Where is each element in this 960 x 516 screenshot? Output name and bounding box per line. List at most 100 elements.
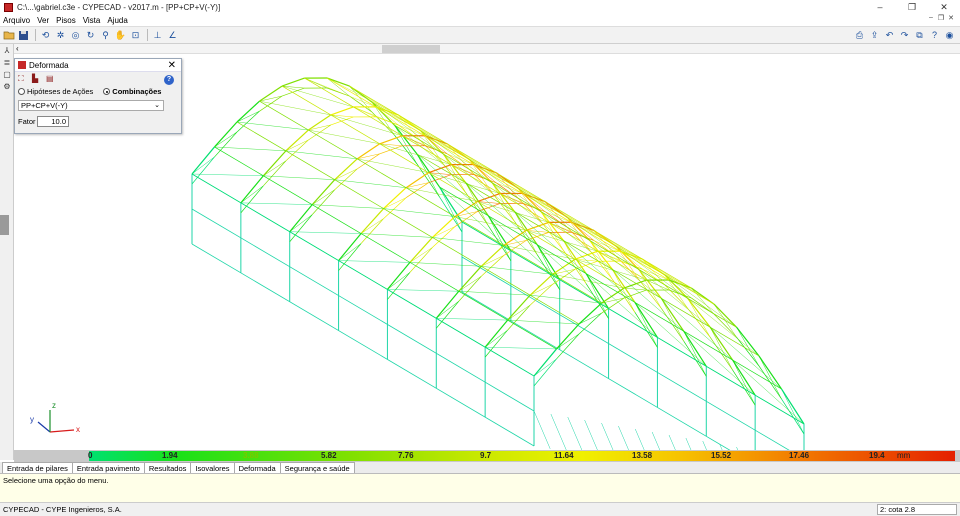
- redo-icon[interactable]: ↷: [898, 29, 911, 42]
- arch-diagonal: [781, 388, 805, 435]
- arch-diagonal: [589, 240, 613, 280]
- bracing: [530, 294, 602, 304]
- purlin: [304, 77, 354, 108]
- fit-view-icon[interactable]: ⊡: [129, 29, 142, 42]
- bracing: [383, 208, 455, 217]
- beam: [191, 243, 535, 447]
- scale-label-10: 19.4: [869, 451, 885, 460]
- purlin: [559, 279, 609, 309]
- rotate-view-icon[interactable]: ⟲: [39, 29, 52, 42]
- factor-input[interactable]: 10.0: [37, 116, 69, 127]
- purlin: [338, 260, 388, 290]
- arch-segment: [236, 100, 260, 123]
- arch-segment: [438, 186, 463, 223]
- dialog-close-button[interactable]: ✕: [168, 59, 176, 72]
- purlin: [507, 319, 557, 350]
- measure-icon[interactable]: ∠: [166, 29, 179, 42]
- vertical-scrollbar-thumb[interactable]: [0, 215, 9, 235]
- pan-icon[interactable]: ✋: [114, 29, 127, 42]
- arch-segment: [780, 388, 805, 425]
- window-icon[interactable]: ⧉: [913, 29, 926, 42]
- refresh-icon[interactable]: ↻: [84, 29, 97, 42]
- purlin: [473, 164, 523, 194]
- axis-tool-icon[interactable]: ⅄: [1, 45, 13, 56]
- menu-pisos[interactable]: Pisos: [56, 16, 76, 25]
- arch-diagonal: [240, 185, 264, 204]
- menu-ajuda[interactable]: Ajuda: [107, 16, 127, 25]
- bracing: [361, 233, 433, 238]
- web-icon[interactable]: ◉: [943, 29, 956, 42]
- purlin: [281, 85, 332, 116]
- restore-button[interactable]: ❐: [896, 0, 928, 14]
- tab-resultados[interactable]: Resultados: [143, 462, 192, 473]
- export-icon[interactable]: ⇪: [868, 29, 881, 42]
- zoom-window-icon[interactable]: ◎: [69, 29, 82, 42]
- arch-segment: [683, 330, 707, 367]
- layers-icon[interactable]: ≣: [1, 57, 13, 68]
- arch-segment: [334, 158, 358, 181]
- radio-hypotheses-label[interactable]: Hipóteses de Ações: [27, 87, 93, 96]
- factor-row: Fator 10.0: [18, 116, 181, 127]
- toolbar: ⟲ ✲ ◎ ↻ ⚲ ✋ ⊡ ⊥ ∠ ⎙ ⇪ ↶ ↷ ⧉ ? ◉: [0, 26, 960, 44]
- axis-icon[interactable]: ⊥: [151, 29, 164, 42]
- purlin: [619, 250, 670, 281]
- undo-icon[interactable]: ↶: [883, 29, 896, 42]
- save-icon[interactable]: [17, 29, 30, 42]
- close-button[interactable]: ✕: [928, 0, 960, 14]
- mdi-restore-button[interactable]: ❐: [936, 14, 946, 22]
- menu-ver[interactable]: Ver: [37, 16, 49, 25]
- menu-bar: Arquivo Ver Pisos Vista Ajuda – ❐ ✕: [0, 14, 960, 26]
- print-icon[interactable]: ⎙: [853, 29, 866, 42]
- color-scale-icon[interactable]: ▤: [46, 74, 57, 84]
- axis-x-label: x: [76, 425, 80, 434]
- purlin: [312, 204, 362, 234]
- arch-segment: [536, 244, 561, 281]
- bracing: [338, 260, 410, 263]
- purlin: [353, 106, 403, 137]
- menu-vista[interactable]: Vista: [83, 16, 101, 25]
- minimize-button[interactable]: –: [864, 0, 896, 14]
- arch-segment: [356, 143, 381, 160]
- purlin: [461, 221, 512, 252]
- scroll-left-arrow[interactable]: ‹: [16, 44, 19, 54]
- menu-arquivo[interactable]: Arquivo: [3, 16, 30, 25]
- scrollbar-thumb[interactable]: [382, 45, 440, 53]
- tab-entrada-pilares[interactable]: Entrada de pilares: [2, 462, 73, 473]
- dialog-help-button[interactable]: ?: [164, 75, 174, 85]
- radio-combinations[interactable]: [103, 88, 111, 95]
- deformation-icon[interactable]: ⛶: [18, 74, 29, 84]
- purlin: [360, 233, 411, 263]
- arch-segment: [405, 172, 429, 189]
- tab-deformada[interactable]: Deformada: [233, 462, 281, 473]
- purlin: [597, 250, 647, 281]
- horizontal-scrollbar[interactable]: ‹: [14, 44, 960, 54]
- open-icon[interactable]: [2, 29, 15, 42]
- orbit-icon[interactable]: ✲: [54, 29, 67, 42]
- arch-chord: [664, 284, 688, 309]
- settings-icon[interactable]: ⚙: [1, 81, 13, 92]
- y-axis-line: [37, 421, 51, 433]
- mdi-close-button[interactable]: ✕: [946, 14, 956, 22]
- zoom-icon[interactable]: ⚲: [99, 29, 112, 42]
- purlin: [432, 237, 482, 267]
- radio-combinations-label[interactable]: Combinações: [112, 87, 161, 96]
- tab-isovalores[interactable]: Isovalores: [190, 462, 235, 473]
- app-icon: [4, 2, 13, 12]
- arch-segment: [623, 279, 647, 289]
- arch-segment: [634, 302, 658, 338]
- radio-hypotheses[interactable]: [18, 88, 25, 95]
- tab-seguranca-saude[interactable]: Segurança e saúde: [279, 462, 355, 473]
- purlin: [574, 258, 625, 289]
- help-icon[interactable]: ?: [928, 29, 941, 42]
- windows-icon[interactable]: ▢: [1, 69, 13, 80]
- purlin: [259, 100, 309, 131]
- tab-entrada-pavimento[interactable]: Entrada pavimento: [71, 462, 145, 473]
- purlin: [285, 150, 335, 181]
- building-icon[interactable]: ▙: [32, 74, 43, 84]
- end-wall-member: [567, 416, 583, 450]
- combination-select[interactable]: PP+CP+V(-Y) ⌄: [18, 100, 164, 111]
- mdi-minimize-button[interactable]: –: [926, 14, 936, 22]
- arch-chord: [683, 341, 707, 377]
- arch-segment: [308, 114, 332, 131]
- dialog-app-icon: [18, 61, 26, 69]
